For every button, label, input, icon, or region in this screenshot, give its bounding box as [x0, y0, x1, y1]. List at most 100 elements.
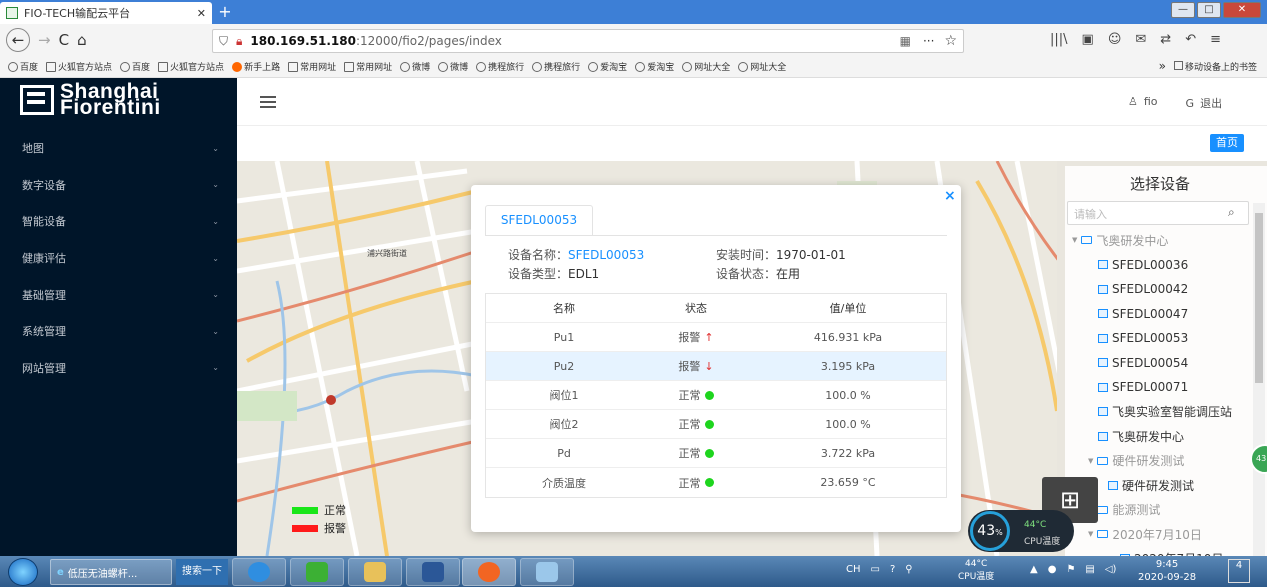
home-tag[interactable]: 首页: [1210, 134, 1244, 152]
bookmark-item[interactable]: 常用网址: [288, 60, 336, 73]
bookmark-item[interactable]: 微博: [400, 60, 430, 73]
maximize-button[interactable]: □: [1197, 2, 1221, 18]
library-icon[interactable]: |||\: [1050, 32, 1068, 47]
start-button[interactable]: [8, 558, 38, 586]
tree-device[interactable]: SFEDL00047: [1072, 302, 1232, 327]
popup-close-icon[interactable]: ×: [944, 188, 956, 204]
keyboard-icon[interactable]: ▭: [871, 564, 880, 575]
bookmark-item[interactable]: 网址大全: [682, 60, 730, 73]
popup-tab[interactable]: SFEDL00053: [485, 205, 593, 236]
scrollbar-thumb[interactable]: [1255, 213, 1263, 383]
bookmark-item[interactable]: 爱淘宝: [588, 60, 627, 73]
bookmark-item[interactable]: 新手上路: [232, 60, 280, 73]
taskbar-app-word[interactable]: [406, 558, 460, 586]
menu-toggle-icon[interactable]: [260, 96, 276, 108]
taskbar-search-button[interactable]: 搜索一下: [176, 559, 228, 585]
sync-icon[interactable]: ⇄: [1160, 32, 1171, 47]
tree-device[interactable]: SFEDL00054: [1072, 351, 1232, 376]
bookmark-item[interactable]: 火狐官方站点: [46, 60, 112, 73]
mobile-bookmarks-folder[interactable]: 移动设备上的书签: [1173, 60, 1257, 73]
sidebar-toggle-icon[interactable]: ▣: [1082, 32, 1094, 47]
sidebar-item-site-management[interactable]: 网站管理 ⌄: [0, 350, 237, 387]
new-tab-button[interactable]: +: [214, 0, 236, 24]
panel-scrollbar[interactable]: [1253, 203, 1265, 556]
bookmark-item[interactable]: 百度: [120, 60, 150, 73]
user-menu[interactable]: ♙ fio: [1128, 95, 1158, 111]
reload-icon[interactable]: C: [59, 31, 69, 49]
network-icon[interactable]: ⚲: [905, 564, 912, 575]
taskbar-app-ie[interactable]: [232, 558, 286, 586]
device-tray-icon[interactable]: ▤: [1085, 564, 1094, 575]
url-bar[interactable]: ⛉ 🔒︎ 180.169.51.180 :12000/fio2/pages/in…: [212, 29, 964, 53]
bookmark-star-icon[interactable]: ☆: [944, 33, 957, 49]
globe-icon: [682, 61, 693, 72]
tree-folder[interactable]: ▼ 硬件研发测试: [1072, 449, 1232, 474]
taskbar-app-explorer[interactable]: [348, 558, 402, 586]
window-close-button[interactable]: ✕: [1223, 2, 1261, 18]
table-row[interactable]: 介质温度 正常 23.659 °C: [486, 468, 946, 497]
sidebar-item-system-management[interactable]: 系统管理 ⌄: [0, 313, 237, 350]
device-search-input[interactable]: 请输入: [1067, 201, 1249, 225]
tree-device[interactable]: SFEDL00053: [1072, 326, 1232, 351]
back-icon[interactable]: ←: [6, 28, 30, 52]
volume-icon[interactable]: ◁): [1105, 564, 1117, 575]
shield-icon[interactable]: ⛉: [219, 34, 228, 49]
taskbar-app-paint[interactable]: [520, 558, 574, 586]
flag-icon[interactable]: ⚑: [1066, 564, 1075, 575]
tree-device[interactable]: 飞奥实验室智能调压站: [1072, 400, 1232, 425]
bookmark-item[interactable]: 火狐官方站点: [158, 60, 224, 73]
undo-icon[interactable]: ↶: [1185, 32, 1196, 47]
taskbar-app-firefox[interactable]: [462, 558, 516, 586]
tree-device[interactable]: SFEDL00036: [1072, 253, 1232, 278]
bookmark-item[interactable]: 携程旅行: [476, 60, 524, 73]
table-row[interactable]: Pu2 报警 ↓ 3.195 kPa: [486, 352, 946, 381]
logout-button[interactable]: G 退出: [1186, 95, 1223, 111]
tree-folder[interactable]: ▼ 飞奥研发中心: [1072, 228, 1232, 253]
table-row[interactable]: Pu1 报警 ↑ 416.931 kPa: [486, 323, 946, 352]
tree-device[interactable]: SFEDL00071: [1072, 375, 1232, 400]
table-row[interactable]: 阀位2 正常 100.0 %: [486, 410, 946, 439]
sidebar-item-basic-management[interactable]: 基础管理 ⌄: [0, 276, 237, 313]
taskbar-ie-task[interactable]: e 低压无油螺杆...: [50, 559, 172, 585]
insecure-lock-icon[interactable]: 🔒︎: [236, 34, 242, 49]
sidebar-item-map[interactable]: 地图 ⌄: [0, 130, 237, 167]
tree-device[interactable]: 飞奥研发中心: [1072, 424, 1232, 449]
home-icon[interactable]: ⌂: [77, 31, 87, 49]
tab-close-icon[interactable]: ✕: [197, 7, 206, 20]
message-icon[interactable]: ✉: [1135, 32, 1146, 47]
account-icon[interactable]: ☺: [1108, 32, 1122, 47]
search-icon[interactable]: ⌕: [1228, 205, 1235, 220]
table-row[interactable]: Pd 正常 3.722 kPa: [486, 439, 946, 468]
logo-text: Shanghai Fiorentini: [60, 80, 161, 119]
menu-icon[interactable]: ≡: [1210, 32, 1221, 47]
forward-icon[interactable]: →: [38, 31, 51, 49]
tree-folder[interactable]: ▼ 2020年7月10日: [1072, 522, 1232, 547]
bookmark-item[interactable]: 百度: [8, 60, 38, 73]
qr-code-icon[interactable]: ▦: [900, 34, 911, 48]
cpu-monitor-widget[interactable]: 43% 44°C CPU温度: [968, 510, 1074, 552]
sidebar-item-health-assessment[interactable]: 健康评估 ⌄: [0, 240, 237, 277]
show-desktop-button[interactable]: 4: [1228, 559, 1250, 583]
table-row[interactable]: 阀位1 正常 100.0 %: [486, 381, 946, 410]
bookmark-item[interactable]: 微博: [438, 60, 468, 73]
bookmark-item[interactable]: 携程旅行: [532, 60, 580, 73]
notification-icon[interactable]: ●: [1048, 564, 1057, 575]
minimize-button[interactable]: —: [1171, 2, 1195, 18]
page-actions-icon[interactable]: ···: [923, 34, 934, 48]
device-name-value[interactable]: SFEDL00053: [568, 248, 644, 262]
tree-device[interactable]: SFEDL00042: [1072, 277, 1232, 302]
status-ok-icon: [704, 419, 714, 429]
tray-expand-icon[interactable]: ▲: [1030, 564, 1038, 575]
bookmark-item[interactable]: 爱淘宝: [635, 60, 674, 73]
input-language[interactable]: CH: [846, 564, 861, 575]
bookmark-item[interactable]: 网址大全: [738, 60, 786, 73]
help-icon[interactable]: ?: [890, 564, 895, 575]
taskbar-app-wechat[interactable]: [290, 558, 344, 586]
sidebar-item-digital-devices[interactable]: 数字设备 ⌄: [0, 167, 237, 204]
bookmarks-overflow-button[interactable]: »: [1159, 59, 1166, 73]
bookmark-item[interactable]: 常用网址: [344, 60, 392, 73]
browser-tab[interactable]: FIO-TECH输配云平台 ✕: [0, 2, 212, 24]
tray-cpu-temp[interactable]: 44°C CPU温度: [958, 558, 994, 584]
sidebar-item-smart-devices[interactable]: 智能设备 ⌄: [0, 203, 237, 240]
taskbar-clock[interactable]: 9:45 2020-09-28: [1138, 558, 1196, 584]
